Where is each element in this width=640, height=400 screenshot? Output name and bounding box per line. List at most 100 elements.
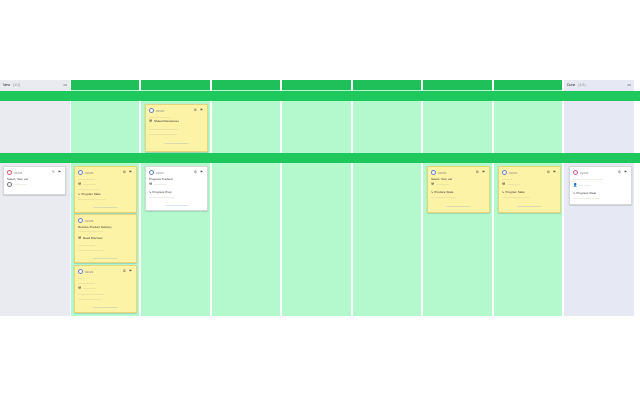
hammer-icon: ⚒ xyxy=(149,182,153,187)
assignee-avatar[interactable] xyxy=(431,170,436,175)
swimlane-header-1[interactable] xyxy=(0,91,640,101)
task-card[interactable]: #2030 ⚙ ⚑ Select, Test, etc ⚒ ────── ↳ Pr… xyxy=(427,166,490,213)
column-header[interactable] xyxy=(423,80,492,90)
hammer-icon: ⚒ xyxy=(502,182,506,187)
column-menu-icon[interactable]: ••• xyxy=(63,80,67,90)
column-title: Done xyxy=(567,83,576,87)
user-icon: 👤 xyxy=(573,183,578,188)
swimlane-header-2[interactable] xyxy=(0,153,640,163)
card-action-icons[interactable]: ⚙ ⚑ xyxy=(123,269,133,273)
column-5 xyxy=(282,80,351,316)
assignee-avatar[interactable] xyxy=(78,170,83,175)
column-header[interactable] xyxy=(282,80,351,90)
card-resource-line: ⚒ ────── xyxy=(502,182,520,187)
card-meta-line: ──────────── xyxy=(78,229,104,233)
card-id: #2030 xyxy=(438,170,447,175)
column-header[interactable] xyxy=(141,80,210,90)
card-state: ↳ Program Slate xyxy=(78,192,101,196)
card-link[interactable]: ───────────── xyxy=(149,142,204,145)
column-count: (1/1) xyxy=(578,83,586,87)
card-link[interactable]: ───────────── xyxy=(502,205,557,208)
task-card[interactable]: #2025 ✎ ⚑ Select, Test, etc ────── xyxy=(3,166,66,195)
column-header[interactable] xyxy=(494,80,562,90)
card-action-icons[interactable]: ⚙ ⚑ xyxy=(194,170,204,174)
card-id: #2027 xyxy=(156,170,165,175)
kanban-board: New (1/1) ••• Done (1/1) ••• #2020 ⚙ ⚑ ─────… xyxy=(0,80,640,316)
card-meta-line: ──────────── xyxy=(78,248,104,252)
task-card[interactable]: #2020 ⚙ ⚑ ────────── ⚒ Shared Resources ─… xyxy=(145,104,208,152)
assignee-avatar[interactable] xyxy=(149,108,154,113)
card-action-icons[interactable]: ✎ ⚑ xyxy=(52,170,62,174)
clock-icon xyxy=(7,182,12,187)
card-meta-line: ──────────── xyxy=(78,292,104,296)
assignee-avatar[interactable] xyxy=(78,218,83,223)
card-meta-line: ──────── xyxy=(78,177,96,181)
assignee-avatar[interactable] xyxy=(78,269,83,274)
card-meta-line: ───── xyxy=(502,177,513,181)
card-state-label: Program Slate xyxy=(81,192,101,196)
hammer-icon: ⚒ xyxy=(431,182,435,187)
card-state: ↳ Program State xyxy=(502,190,525,194)
task-card[interactable]: #2027 ⚙ ⚑ Progress Tracked ⚒ ────── ↳ Pro… xyxy=(145,166,208,211)
card-resource-line: ⚒ ────── xyxy=(149,182,167,187)
card-id: #2029 xyxy=(85,269,94,274)
card-action-icons[interactable]: ⚙ ⚑ xyxy=(547,170,557,174)
task-card[interactable]: #2026 ⚙ ⚑ ──────── ⚒ ────── ────────── ↳ … xyxy=(74,166,137,213)
assignee-avatar[interactable] xyxy=(573,170,578,175)
card-meta-line: ───────────── xyxy=(573,196,601,200)
card-meta-line: ──────────── xyxy=(431,195,457,199)
card-link[interactable]: ───────────── xyxy=(431,205,486,208)
card-action-icons[interactable]: ⚙ ⚑ xyxy=(123,170,133,174)
card-meta-line: ───────────── xyxy=(78,197,106,201)
task-card[interactable]: #2032 ⚙ ⚑ ────────────── 👤────── ↳ Progr… xyxy=(569,166,632,205)
assignee-avatar[interactable] xyxy=(149,170,154,175)
column-menu-icon[interactable]: ••• xyxy=(627,80,631,90)
card-link[interactable]: ───────────── xyxy=(149,204,204,207)
card-meta-line: ────────── xyxy=(78,187,100,191)
card-meta-line: ──────── xyxy=(78,281,96,285)
column-header[interactable] xyxy=(71,80,139,90)
card-action-icons[interactable]: ⚙ ⚑ xyxy=(476,170,486,174)
card-resource-line: ⚒ ────── xyxy=(431,182,449,187)
card-id: #2020 xyxy=(156,108,165,113)
card-resource-line: ⚒ Shared Resources xyxy=(149,119,204,123)
column-title: New xyxy=(3,83,11,87)
card-state-label: Produce State xyxy=(434,190,454,194)
card-meta-line: ─── xyxy=(78,276,85,280)
card-meta-line: ────── xyxy=(7,182,62,187)
card-meta-line: ──────────── xyxy=(149,195,175,199)
column-header[interactable]: Done (1/1) ••• xyxy=(564,80,634,90)
task-card[interactable]: #2029 ⚙ ⚑ ─── ──────── ⚒ ────── ─────────… xyxy=(74,265,137,313)
card-title: Progress Tracked xyxy=(149,177,173,181)
assignee-avatar[interactable] xyxy=(502,170,507,175)
card-id: #2025 xyxy=(14,170,23,175)
card-link[interactable]: ───────────── xyxy=(78,257,133,260)
card-action-icons[interactable]: ⚙ ⚑ xyxy=(618,170,628,174)
column-header[interactable] xyxy=(353,80,421,90)
column-new: New (1/1) ••• xyxy=(0,80,70,316)
card-action-icons[interactable]: ⚙ ⚑ xyxy=(194,108,204,112)
card-link[interactable]: ───────────── xyxy=(78,306,133,309)
card-title: Select, Test, etc xyxy=(431,177,453,181)
assignee-avatar[interactable] xyxy=(7,170,12,175)
card-state: ↳ Produce State xyxy=(431,190,454,194)
card-resource-line: 👤────── xyxy=(573,183,591,188)
hammer-icon: ⚒ xyxy=(78,182,82,187)
hammer-icon: ⚒ xyxy=(149,119,153,124)
card-resource-line: ⚒ Deed Discover xyxy=(78,236,133,240)
task-card[interactable]: #2028 Resolve Product Delivery ─────────… xyxy=(74,214,137,263)
card-link[interactable]: ───────────── xyxy=(78,206,133,209)
card-id: #2031 xyxy=(509,170,518,175)
card-resource-label: Deed Discover xyxy=(83,236,103,240)
card-meta-line: ────────────── xyxy=(149,127,179,131)
column-4 xyxy=(212,80,280,316)
task-card[interactable]: #2031 ⚙ ⚑ ───── ⚒ ────── ↳ Program State … xyxy=(498,166,561,213)
card-meta-line: ────────────── xyxy=(573,177,603,181)
card-resource-label: Shared Resources xyxy=(154,119,179,123)
card-title: Select, Test, etc xyxy=(7,177,29,181)
card-meta-line: ─────────── xyxy=(78,297,102,301)
column-header[interactable] xyxy=(212,80,280,90)
column-header[interactable]: New (1/1) ••• xyxy=(0,80,70,90)
column-6 xyxy=(353,80,421,316)
card-state-label: Progress State xyxy=(576,191,597,195)
